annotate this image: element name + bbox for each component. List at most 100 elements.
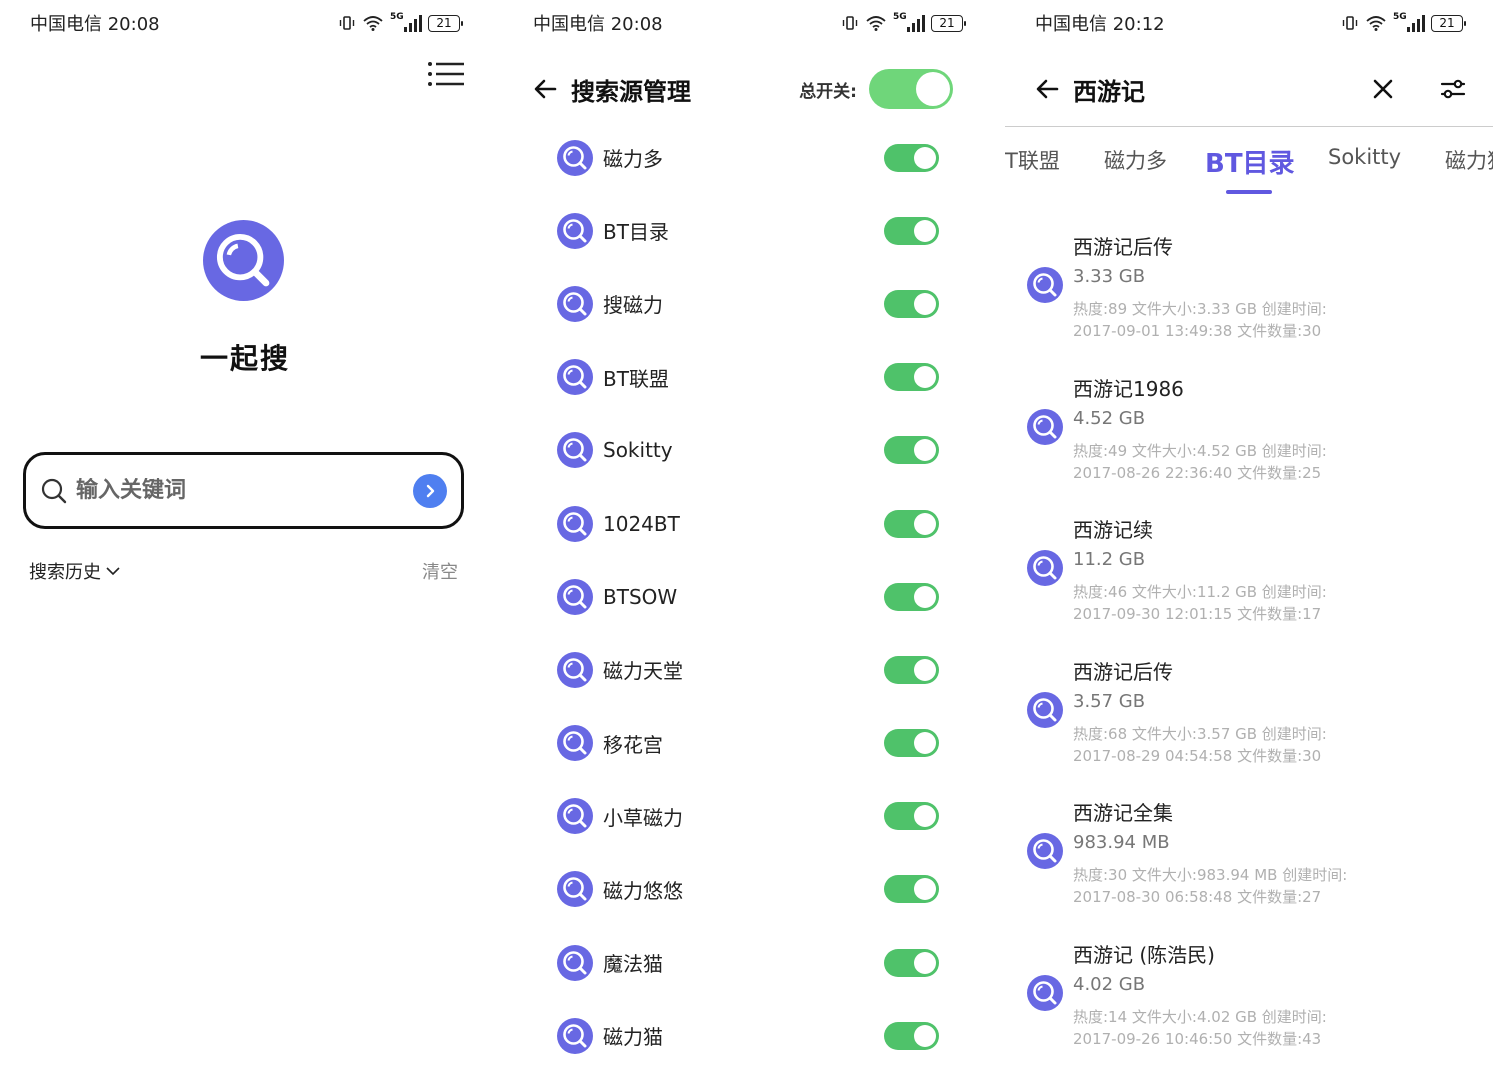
status-bar: 中国电信 20:12 5G 21 xyxy=(1035,10,1466,36)
search-icon xyxy=(41,478,67,503)
source-toggle[interactable] xyxy=(884,289,939,318)
source-row: 磁力天堂 xyxy=(557,633,939,706)
status-icons: 5G 21 xyxy=(1341,12,1466,32)
chevron-down-icon xyxy=(106,567,120,576)
source-row: BT联盟 xyxy=(557,341,939,414)
result-meta: 热度:30 文件大小:983.94 MB 创建时间: 2017-08-30 06:… xyxy=(1073,864,1347,908)
result-size: 4.52 GB xyxy=(1073,407,1146,429)
source-toggle[interactable] xyxy=(884,1021,939,1050)
source-name: 魔法猫 xyxy=(603,952,663,977)
carrier-time: 中国电信 20:08 xyxy=(533,14,663,35)
source-toggle[interactable] xyxy=(884,509,939,538)
battery-icon: 21 xyxy=(1431,14,1466,32)
toggle-knob xyxy=(914,658,936,681)
tab-bt-directory[interactable]: BT目录 xyxy=(1205,143,1295,180)
result-meta-line2: 2017-08-26 22:36:40 文件数量:25 xyxy=(1073,463,1322,482)
magnifier-icon xyxy=(557,1017,593,1054)
back-button[interactable] xyxy=(1033,74,1063,104)
source-row: 小草磁力 xyxy=(557,780,939,853)
magnifier-icon xyxy=(557,871,593,908)
source-toggle[interactable] xyxy=(884,582,939,611)
magnifier-icon xyxy=(557,944,593,981)
source-row: 搜磁力 xyxy=(557,267,939,340)
search-input[interactable] xyxy=(76,478,413,503)
back-button[interactable] xyxy=(531,74,561,104)
result-title: 西游记后传 xyxy=(1073,235,1173,259)
result-title: 西游记后传 xyxy=(1073,659,1173,684)
magnifier-icon xyxy=(1027,691,1063,728)
source-name: BTSOW xyxy=(603,584,678,609)
vibrate-icon xyxy=(842,16,858,30)
result-meta-line2: 2017-08-29 04:54:58 文件数量:30 xyxy=(1073,746,1322,765)
result-meta: 热度:46 文件大小:11.2 GB 创建时间: 2017-09-30 12:01… xyxy=(1073,581,1327,625)
source-name: 磁力悠悠 xyxy=(603,878,683,903)
tab-sokitty[interactable]: Sokitty xyxy=(1328,145,1401,169)
source-row: 魔法猫 xyxy=(557,926,939,999)
list-menu-icon[interactable] xyxy=(426,60,466,90)
source-name: 磁力猫 xyxy=(603,1025,663,1050)
result-item[interactable]: 西游记全集 983.94 MB 热度:30 文件大小:983.94 MB 创建时间:… xyxy=(1027,792,1483,934)
magnifier-icon xyxy=(1027,408,1063,445)
close-icon[interactable] xyxy=(1369,75,1397,103)
battery-icon: 21 xyxy=(428,14,463,32)
source-toggle[interactable] xyxy=(884,363,939,392)
chevron-right-icon xyxy=(426,484,435,497)
magnifier-icon xyxy=(557,212,593,249)
magnifier-icon xyxy=(557,505,593,542)
source-toggle[interactable] xyxy=(884,802,939,831)
source-toggle[interactable] xyxy=(884,875,939,904)
result-item[interactable]: 西游记后传 3.33 GB 热度:89 文件大小:3.33 GB 创建时间: 2017… xyxy=(1027,226,1483,368)
history-row: 搜索历史 清空 xyxy=(29,558,458,584)
toggle-knob xyxy=(914,292,936,315)
magnifier-icon xyxy=(557,359,593,396)
magnifier-icon xyxy=(557,651,593,688)
search-history-label: 搜索历史 xyxy=(29,562,101,583)
source-toggle[interactable] xyxy=(884,143,939,172)
result-meta: 热度:14 文件大小:4.02 GB 创建时间: 2017-09-26 10:46… xyxy=(1073,1006,1327,1050)
tab-cili-mao[interactable]: 磁力猫 xyxy=(1445,145,1493,175)
signal-5g-icon: 5G xyxy=(1393,12,1425,32)
home-screen: 中国电信 20:08 5G 21 一起搜 搜索历史 清空 xyxy=(0,0,490,1084)
clear-history-button[interactable]: 清空 xyxy=(422,558,458,584)
magnifier-icon xyxy=(557,432,593,469)
master-switch[interactable] xyxy=(869,69,953,109)
query-title: 西游记 xyxy=(1073,77,1145,106)
result-meta-line1: 热度:30 文件大小:983.94 MB 创建时间: xyxy=(1073,866,1348,885)
source-toggle[interactable] xyxy=(884,948,939,977)
source-list: 磁力多 BT目录 搜磁力 BT联盟 Sokitty 1024BT BTSOW 磁力天堂 移花宫小… xyxy=(557,121,939,1072)
magnifier-icon xyxy=(203,220,284,301)
wifi-icon xyxy=(1366,16,1386,31)
source-name: 移花宫 xyxy=(603,732,663,757)
toggle-knob xyxy=(914,951,936,974)
result-meta-line2: 2017-09-26 10:46:50 文件数量:43 xyxy=(1073,1029,1322,1048)
source-toggle[interactable] xyxy=(884,216,939,245)
result-title: 西游记 (陈浩民) xyxy=(1073,942,1215,967)
search-go-button[interactable] xyxy=(413,473,447,508)
source-toggle[interactable] xyxy=(884,436,939,465)
result-meta-line1: 热度:14 文件大小:4.02 GB 创建时间: xyxy=(1073,1007,1327,1026)
result-list: 西游记后传 3.33 GB 热度:89 文件大小:3.33 GB 创建时间: 2017… xyxy=(1027,226,1483,1076)
carrier-time: 中国电信 20:08 xyxy=(30,14,160,35)
result-item[interactable]: 西游记后传 3.57 GB 热度:68 文件大小:3.57 GB 创建时间: 2017… xyxy=(1027,651,1483,793)
app-title: 一起搜 xyxy=(199,342,290,375)
source-toggle[interactable] xyxy=(884,655,939,684)
result-item[interactable]: 西游记1986 4.52 GB 热度:49 文件大小:4.52 GB 创建时间: 20… xyxy=(1027,368,1483,510)
status-icons: 5G 21 xyxy=(338,12,463,32)
result-meta-line2: 2017-09-01 13:49:38 文件数量:30 xyxy=(1073,322,1322,340)
source-toggle[interactable] xyxy=(884,729,939,758)
toggle-knob xyxy=(914,219,936,242)
search-history-toggle[interactable]: 搜索历史 xyxy=(29,558,121,584)
tab-bt-league[interactable]: T联盟 xyxy=(1005,145,1060,175)
wifi-icon xyxy=(363,16,383,31)
result-item[interactable]: 西游记续 11.2 GB 热度:46 文件大小:11.2 GB 创建时间: 2017-… xyxy=(1027,509,1483,651)
toggle-knob xyxy=(914,1024,936,1047)
magnifier-icon xyxy=(557,285,593,322)
top-bar: 搜索源管理 总开关: xyxy=(531,66,953,112)
result-size: 3.33 GB xyxy=(1073,266,1146,287)
result-title: 西游记续 xyxy=(1073,518,1153,543)
tab-cili-duo[interactable]: 磁力多 xyxy=(1104,145,1167,175)
toggle-knob xyxy=(914,512,936,535)
result-item[interactable]: 西游记 (陈浩民) 4.02 GB 热度:14 文件大小:4.02 GB 创建时间:… xyxy=(1027,934,1483,1076)
sliders-icon[interactable] xyxy=(1439,75,1467,103)
top-bar: 西游记 xyxy=(1033,66,1467,112)
